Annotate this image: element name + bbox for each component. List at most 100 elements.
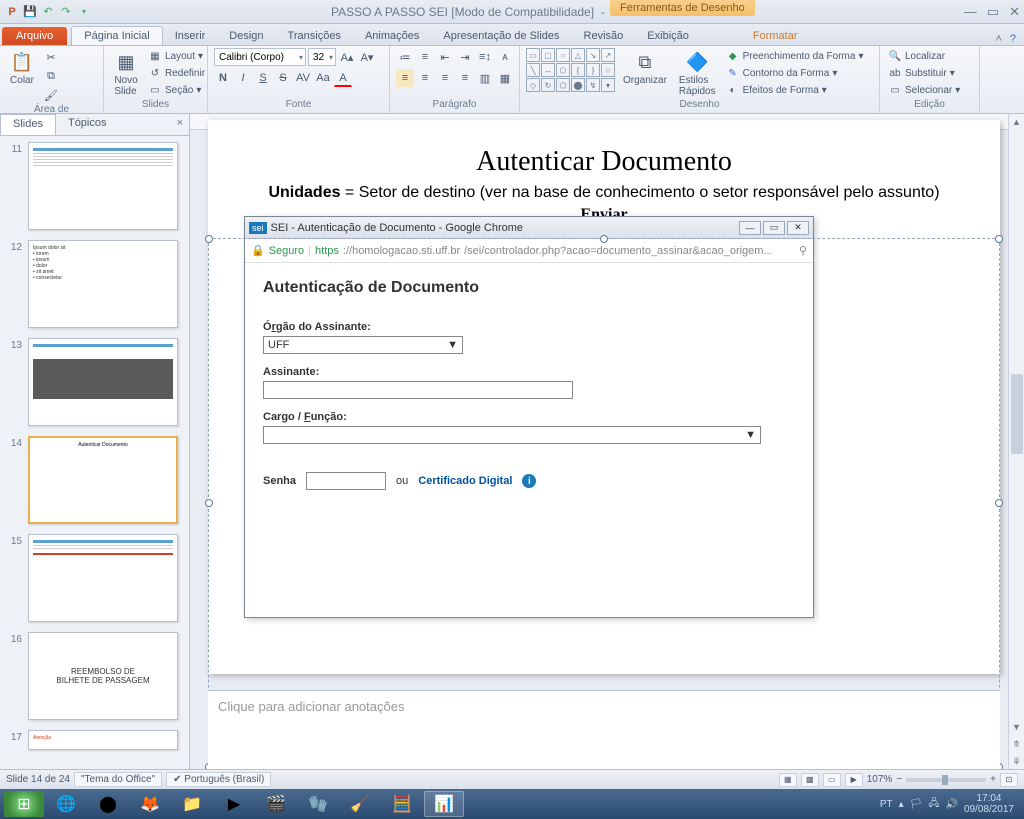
- shape-outline-button[interactable]: ✎Contorno da Forma ▾: [724, 65, 866, 81]
- align-center-icon[interactable]: ≡: [416, 69, 434, 87]
- linespacing-icon[interactable]: ≡↕: [476, 48, 494, 66]
- smartart-icon[interactable]: ▦: [496, 69, 514, 87]
- next-slide-icon[interactable]: ⤋: [1009, 753, 1024, 769]
- tray-clock[interactable]: 17:04 09/08/2017: [964, 793, 1014, 815]
- tray-network-icon[interactable]: 🖧: [928, 796, 939, 813]
- slide-thumbnail-current[interactable]: Autenticar Documento: [28, 436, 178, 524]
- zoom-percent[interactable]: 107%: [867, 774, 893, 785]
- view-normal-icon[interactable]: ▦: [779, 773, 797, 787]
- taskbar-firefox[interactable]: 🦊: [130, 791, 170, 817]
- paste-button[interactable]: 📋 Colar: [6, 48, 38, 88]
- ribbon-minimize-icon[interactable]: ˄: [995, 33, 1001, 45]
- shape-fill-button[interactable]: ◆Preenchimento da Forma ▾: [724, 48, 866, 64]
- language-indicator[interactable]: ✔ Português (Brasil): [166, 772, 271, 787]
- copy-icon[interactable]: ⧉: [42, 67, 60, 85]
- select-orgao[interactable]: UFF▼: [263, 336, 463, 354]
- numbering-icon[interactable]: ≡: [416, 48, 434, 66]
- reset-button[interactable]: ↺Redefinir: [146, 65, 207, 81]
- taskbar-calc[interactable]: 🧮: [382, 791, 422, 817]
- chrome-close-icon[interactable]: ✕: [787, 221, 809, 235]
- cut-icon[interactable]: ✂: [42, 48, 60, 66]
- arrange-button[interactable]: ⧉Organizar: [619, 48, 671, 88]
- tray-up-icon[interactable]: ▴: [899, 799, 904, 810]
- tab-slideshow[interactable]: Apresentação de Slides: [431, 27, 571, 45]
- slide-thumbnail[interactable]: [28, 338, 178, 426]
- link-certificado[interactable]: Certificado Digital: [418, 475, 512, 487]
- underline-icon[interactable]: S: [254, 69, 272, 87]
- taskbar-mpc[interactable]: 🎬: [256, 791, 296, 817]
- vertical-scrollbar[interactable]: ▲ ▼ ⤊ ⤋: [1008, 114, 1024, 769]
- taskbar-chrome[interactable]: ⬤: [88, 791, 128, 817]
- pane-tab-outline[interactable]: Tópicos: [56, 114, 119, 135]
- font-size-combo[interactable]: 32: [308, 48, 336, 66]
- zoom-out-icon[interactable]: −: [896, 774, 902, 785]
- start-button[interactable]: ⊞: [4, 791, 44, 817]
- taskbar-wmp[interactable]: ▶: [214, 791, 254, 817]
- italic-icon[interactable]: I: [234, 69, 252, 87]
- columns-icon[interactable]: ▥: [476, 69, 494, 87]
- align-right-icon[interactable]: ≡: [436, 69, 454, 87]
- shadow-icon[interactable]: AV: [294, 69, 312, 87]
- slide-thumbnail[interactable]: REEMBOLSO DE BILHETE DE PASSAGEM: [28, 632, 178, 720]
- chrome-minimize-icon[interactable]: —: [739, 221, 761, 235]
- info-icon[interactable]: i: [522, 474, 536, 488]
- indent-dec-icon[interactable]: ⇤: [436, 48, 454, 66]
- new-slide-button[interactable]: ▦ Novo Slide: [110, 48, 142, 99]
- tab-file[interactable]: Arquivo: [2, 27, 67, 45]
- pane-tab-slides[interactable]: Slides: [0, 114, 56, 135]
- input-senha[interactable]: [306, 472, 386, 490]
- layout-button[interactable]: ▦Layout ▾: [146, 48, 207, 64]
- tray-lang[interactable]: PT: [880, 799, 893, 810]
- tray-volume-icon[interactable]: 🔊: [945, 799, 957, 810]
- tab-review[interactable]: Revisão: [572, 27, 636, 45]
- pane-close-icon[interactable]: ×: [171, 114, 189, 135]
- view-sorter-icon[interactable]: ▩: [801, 773, 819, 787]
- thumbnails-list[interactable]: 11 12Ipsum dolor sit• lorem• ipsum• dolo…: [0, 136, 189, 769]
- close-icon[interactable]: ✕: [1009, 4, 1020, 20]
- slide-thumbnail[interactable]: Atenção: [28, 730, 178, 750]
- view-reading-icon[interactable]: ▭: [823, 773, 841, 787]
- shapes-gallery[interactable]: ▭▢○△↘↗ ╲↔⬡{}☆ ◇↻⬠⬤↯▾: [526, 48, 615, 92]
- qat-more-icon[interactable]: ▾: [76, 4, 92, 20]
- zoom-in-icon[interactable]: +: [990, 774, 996, 785]
- scroll-down-icon[interactable]: ▼: [1009, 719, 1024, 735]
- taskbar-ccleaner[interactable]: 🧹: [340, 791, 380, 817]
- shape-effects-button[interactable]: ◐Efeitos de Forma ▾: [724, 82, 866, 98]
- strike-icon[interactable]: S: [274, 69, 292, 87]
- fit-window-icon[interactable]: ⊡: [1000, 773, 1018, 787]
- help-icon[interactable]: ?: [1010, 33, 1016, 45]
- redo-icon[interactable]: ↷: [58, 4, 74, 20]
- input-assinante[interactable]: [263, 381, 573, 399]
- tab-animations[interactable]: Animações: [353, 27, 431, 45]
- format-painter-icon[interactable]: 🖌: [42, 86, 60, 104]
- align-left-icon[interactable]: ≡: [396, 69, 414, 87]
- taskbar-app1[interactable]: 🧤: [298, 791, 338, 817]
- chrome-maximize-icon[interactable]: ▭: [763, 221, 785, 235]
- undo-icon[interactable]: ↶: [40, 4, 56, 20]
- tab-design[interactable]: Design: [217, 27, 275, 45]
- tray-flag-icon[interactable]: 🏳: [910, 799, 923, 810]
- taskbar-powerpoint[interactable]: 📊: [424, 791, 464, 817]
- slide-canvas[interactable]: Autenticar Documento Unidades = Setor de…: [208, 120, 1000, 674]
- tab-transitions[interactable]: Transições: [276, 27, 353, 45]
- minimize-icon[interactable]: —: [964, 4, 977, 20]
- replace-button[interactable]: abSubstituir ▾: [886, 65, 962, 81]
- justify-icon[interactable]: ≡: [456, 69, 474, 87]
- tab-format[interactable]: Formatar: [741, 27, 810, 45]
- slide-thumbnail[interactable]: [28, 142, 178, 230]
- notes-pane[interactable]: Clique para adicionar anotações: [208, 690, 1000, 769]
- slide-thumbnail[interactable]: [28, 534, 178, 622]
- slide-editor[interactable]: Autenticar Documento Unidades = Setor de…: [190, 114, 1024, 769]
- select-button[interactable]: ▭Selecionar ▾: [886, 82, 962, 98]
- section-button[interactable]: ▭Seção ▾: [146, 82, 207, 98]
- tab-view[interactable]: Exibição: [635, 27, 701, 45]
- font-name-combo[interactable]: Calibri (Corpo): [214, 48, 306, 66]
- tab-home[interactable]: Página Inicial: [71, 26, 162, 45]
- bold-icon[interactable]: N: [214, 69, 232, 87]
- scrollbar-thumb[interactable]: [1011, 374, 1023, 454]
- bullets-icon[interactable]: ≔: [396, 48, 414, 66]
- find-button[interactable]: 🔍Localizar: [886, 48, 962, 64]
- text-direction-icon[interactable]: ᴀ: [496, 48, 514, 66]
- save-icon[interactable]: 💾: [22, 4, 38, 20]
- shrink-font-icon[interactable]: A▾: [358, 48, 376, 66]
